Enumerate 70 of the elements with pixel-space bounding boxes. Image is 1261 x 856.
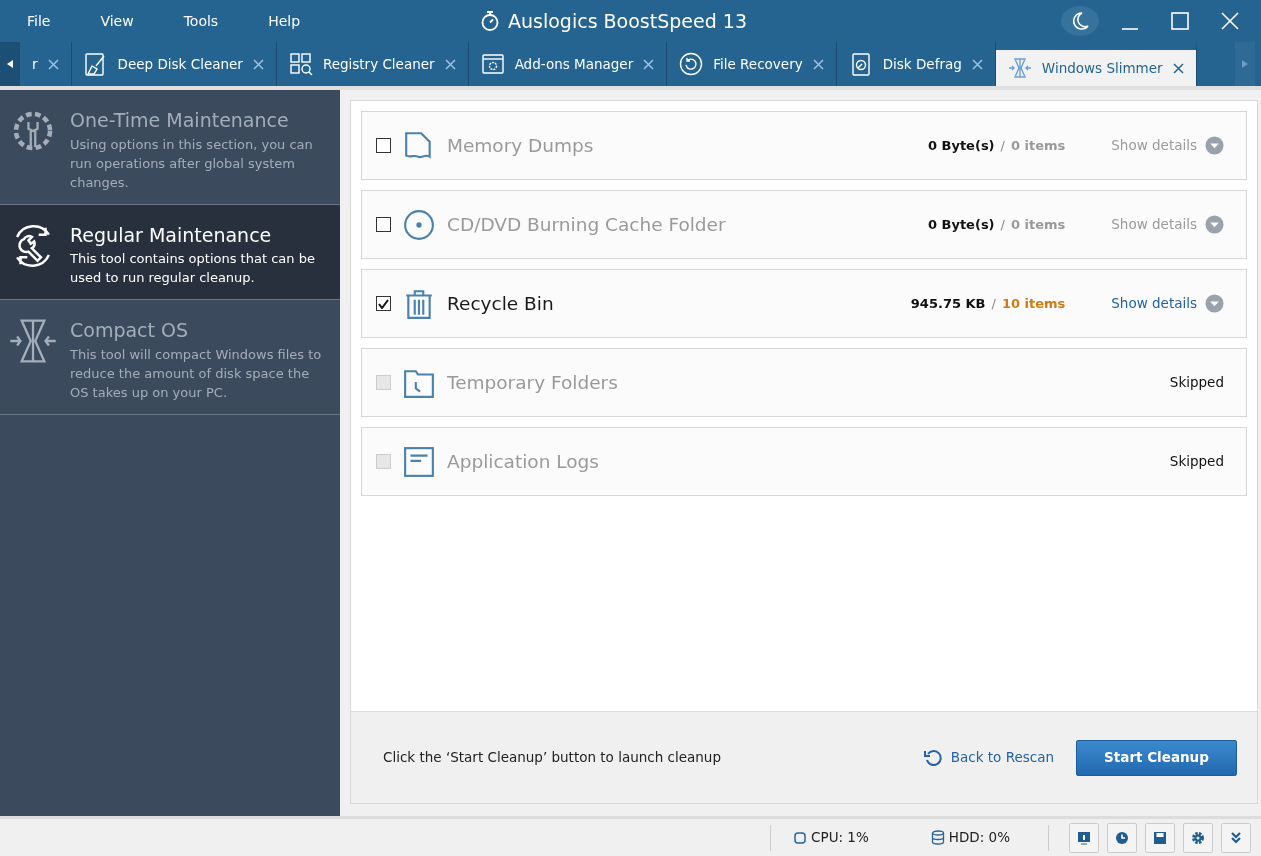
dropdown-icon bbox=[1205, 136, 1224, 155]
close-tab-icon bbox=[812, 58, 824, 70]
compress-arrows-icon bbox=[8, 316, 58, 366]
stopwatch-icon bbox=[480, 10, 500, 32]
menu-item[interactable]: File bbox=[2, 10, 76, 32]
registry-search-icon bbox=[288, 52, 313, 76]
clock-button[interactable] bbox=[1107, 822, 1137, 853]
item-count: 0 items bbox=[1010, 215, 1066, 234]
undo-arrow-icon bbox=[922, 747, 943, 768]
separator-text: / bbox=[1000, 215, 1005, 234]
item-name: Temporary Folders bbox=[447, 370, 618, 395]
log-document-icon bbox=[403, 445, 435, 478]
window-title: Auslogics BoostSpeed 13 bbox=[508, 8, 747, 34]
close-tab-icon bbox=[252, 58, 264, 70]
hdd-usage-text: HDD: 0% bbox=[948, 828, 1010, 848]
hint-text: Click the ‘Start Cleanup’ button to launch cleanup bbox=[383, 748, 721, 768]
info-icon bbox=[1077, 830, 1091, 845]
dropdown-icon bbox=[1205, 215, 1224, 234]
close-tab-icon bbox=[643, 58, 655, 70]
status-text: Skipped bbox=[1169, 373, 1224, 393]
checkbox[interactable] bbox=[376, 296, 391, 311]
window-gear-icon bbox=[480, 52, 505, 76]
settings-icon bbox=[1191, 830, 1205, 845]
status-text: Skipped bbox=[1169, 452, 1224, 472]
menu-item[interactable]: Tools bbox=[158, 10, 244, 32]
tab[interactable]: Windows Slimmer bbox=[995, 42, 1197, 86]
checkbox[interactable] bbox=[376, 217, 391, 232]
menu-item[interactable]: View bbox=[75, 10, 159, 32]
size-text: 0 Byte(s) bbox=[927, 136, 995, 155]
separator-text: / bbox=[991, 294, 996, 313]
triangle-right-icon bbox=[1242, 60, 1248, 68]
database-icon bbox=[930, 830, 945, 845]
item-count: 0 items bbox=[1010, 136, 1066, 155]
triangle-left-icon bbox=[7, 60, 13, 68]
trash-can-icon bbox=[403, 287, 435, 320]
expand-button[interactable] bbox=[1221, 822, 1251, 853]
start-cleanup-button[interactable]: Start Cleanup bbox=[1076, 739, 1237, 776]
compress-arrows-icon bbox=[1007, 56, 1032, 80]
item-name: CD/DVD Burning Cache Folder bbox=[447, 212, 726, 237]
back-to-rescan-link[interactable]: Back to Rescan bbox=[916, 746, 1060, 769]
scroll-left-button[interactable] bbox=[0, 42, 20, 86]
close-tab-icon bbox=[444, 58, 456, 70]
disc-icon bbox=[403, 208, 435, 241]
maximize-icon bbox=[1171, 12, 1189, 30]
sidebar-item[interactable]: Regular Maintenance This tool contains options that can be used to run regular cleanup. bbox=[0, 204, 340, 300]
info-button[interactable] bbox=[1069, 822, 1099, 853]
item-name: Recycle Bin bbox=[447, 291, 554, 316]
checkbox[interactable] bbox=[376, 138, 391, 153]
chip-icon bbox=[793, 830, 808, 845]
item-name: Memory Dumps bbox=[447, 133, 594, 158]
dropdown-icon bbox=[1205, 294, 1224, 313]
item-count: 10 items bbox=[1001, 294, 1066, 313]
moon-icon bbox=[1071, 11, 1089, 31]
minimize-icon bbox=[1121, 28, 1139, 30]
close-icon bbox=[1221, 12, 1239, 30]
close-tab-icon bbox=[1172, 62, 1184, 74]
show-details-link[interactable]: Show details bbox=[1111, 293, 1224, 314]
cpu-usage-text: CPU: 1% bbox=[811, 828, 869, 848]
clock-icon bbox=[1115, 830, 1129, 845]
save-button[interactable] bbox=[1145, 822, 1175, 853]
size-text: 945.75 KB bbox=[910, 294, 986, 313]
item-name: Application Logs bbox=[447, 449, 599, 474]
separator-text: / bbox=[1000, 136, 1005, 155]
close-tab-icon bbox=[47, 58, 59, 70]
menu-item[interactable]: Help bbox=[243, 10, 326, 32]
double-chevron-down-icon bbox=[1229, 830, 1243, 845]
settings-button[interactable] bbox=[1183, 822, 1213, 853]
checkmark-icon bbox=[378, 298, 389, 309]
size-text: 0 Byte(s) bbox=[927, 215, 995, 234]
close-tab-icon bbox=[971, 58, 983, 70]
